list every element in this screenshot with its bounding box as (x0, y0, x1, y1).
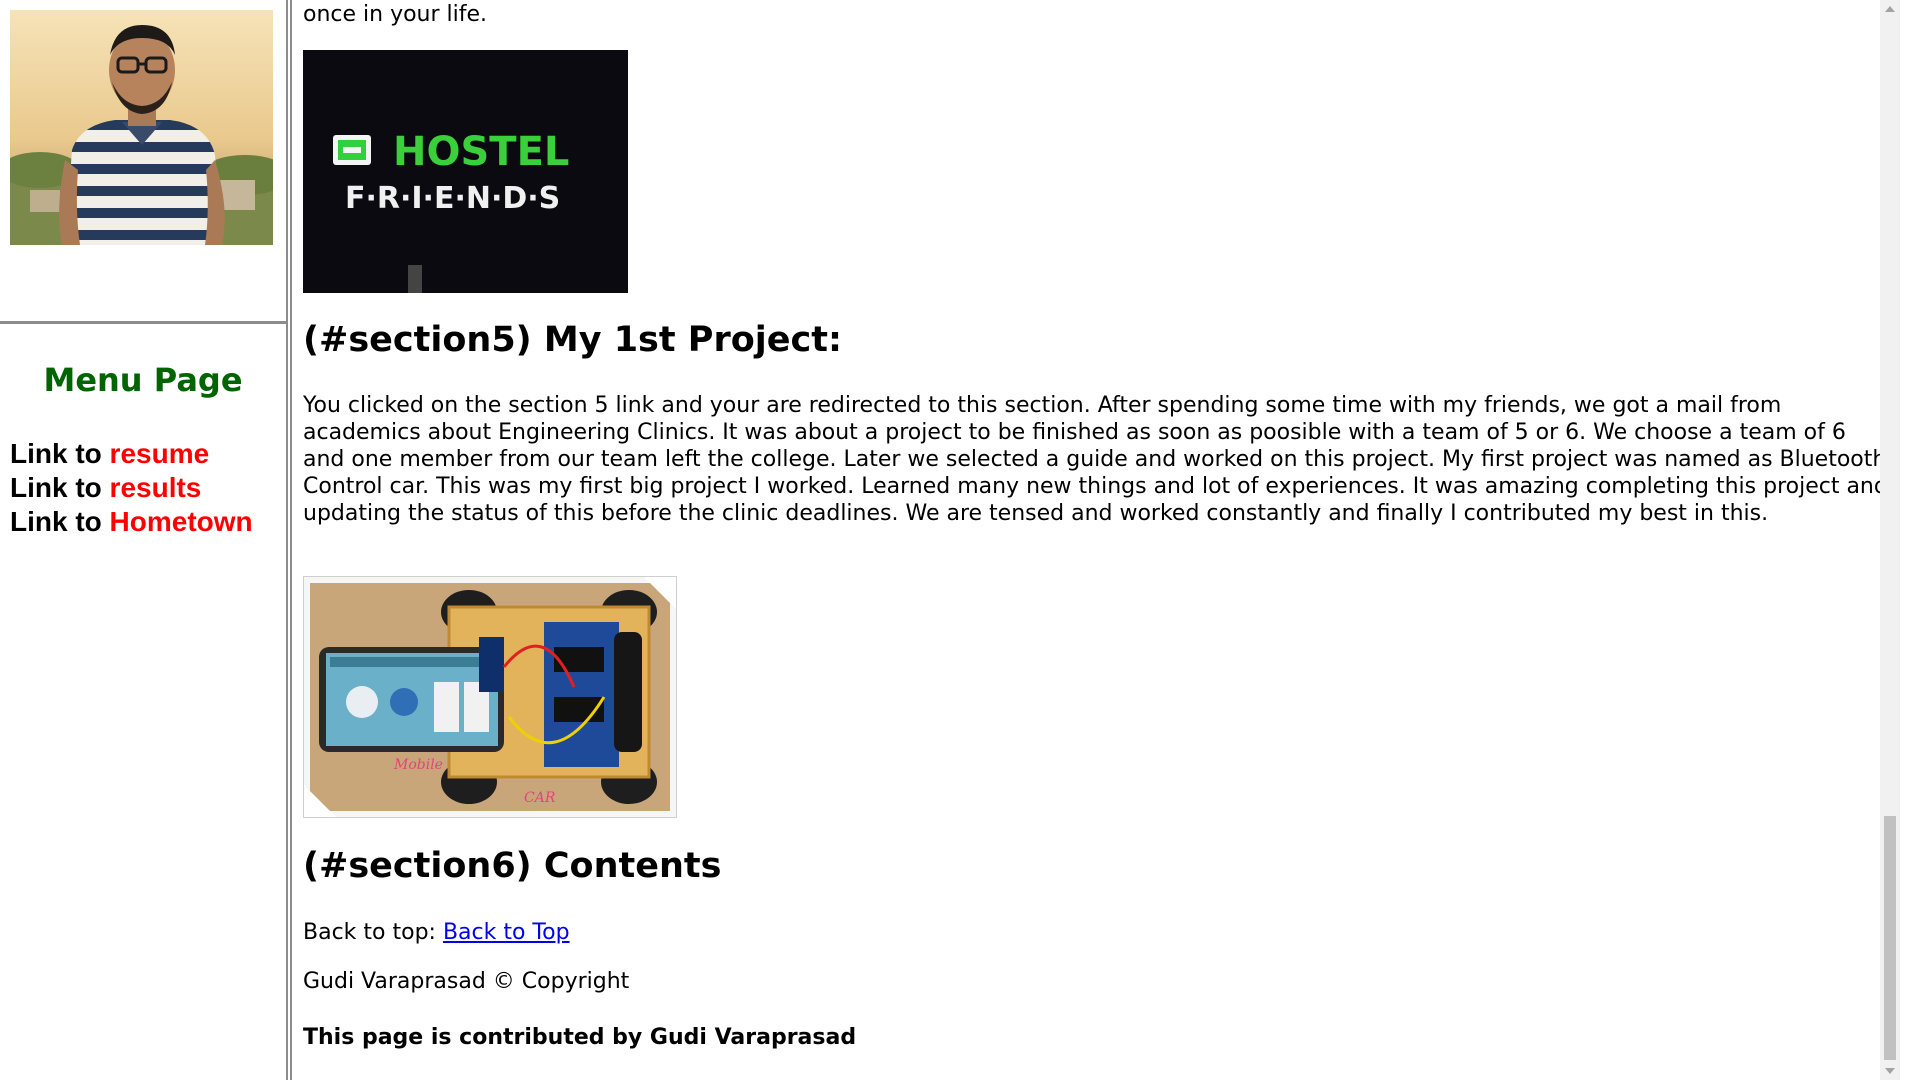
menu-item-prefix: Link to (10, 472, 110, 503)
intro-text-tail: once in your life. (303, 2, 488, 27)
menu-frame: Menu Page Link to resume Link to results… (0, 327, 286, 1080)
section5-paragraph: You clicked on the section 5 link and yo… (303, 393, 1888, 526)
menu-links: Link to resume Link to results Link to H… (10, 437, 253, 539)
section6-title: (#section6) Contents (303, 846, 722, 886)
hometown-link[interactable]: Hometown (110, 506, 253, 537)
hostel-friends-graphic: HOSTEL F·R·I·E·N·D·S (333, 129, 569, 293)
hostel-text: HOSTEL (393, 129, 569, 175)
resume-link[interactable]: resume (110, 438, 210, 469)
profile-photo (10, 10, 273, 245)
bluetooth-car-image: Mobile CAR (303, 576, 677, 818)
scroll-up-arrow-icon[interactable] (1880, 0, 1900, 18)
menu-item-resume: Link to resume (10, 437, 253, 471)
main-frame: once in your life. HOSTEL F·R·I·E·N·D·S … (292, 0, 1900, 1080)
menu-item-hometown: Link to Hometown (10, 505, 253, 539)
menu-title: Menu Page (43, 361, 243, 399)
scroll-down-arrow-icon[interactable] (1880, 1062, 1900, 1080)
back-to-top-prefix: Back to top: (303, 920, 443, 945)
vertical-scrollbar[interactable] (1880, 0, 1900, 1080)
contributed-text: This page is contributed by Gudi Varapra… (303, 1025, 857, 1050)
bluetooth-car-graphic: Mobile CAR (304, 577, 676, 817)
back-to-top-link[interactable]: Back to Top (443, 920, 570, 945)
friends-text: F·R·I·E·N·D·S (345, 181, 560, 216)
car-caption-mobile: Mobile (393, 757, 443, 773)
car-caption-car: CAR (524, 790, 556, 806)
hostel-friends-image: HOSTEL F·R·I·E·N·D·S (303, 50, 628, 293)
photo-frame (0, 0, 286, 324)
scrollbar-thumb[interactable] (1884, 816, 1896, 1060)
menu-item-prefix: Link to (10, 438, 110, 469)
results-link[interactable]: results (110, 472, 202, 503)
back-to-top-row: Back to top: Back to Top (303, 919, 570, 946)
menu-item-results: Link to results (10, 471, 253, 505)
left-frame: Menu Page Link to resume Link to results… (0, 0, 286, 1080)
menu-item-prefix: Link to (10, 506, 110, 537)
section5-title: (#section5) My 1st Project: (303, 320, 842, 360)
copyright-text: Gudi Varaprasad © Copyright (303, 969, 630, 994)
